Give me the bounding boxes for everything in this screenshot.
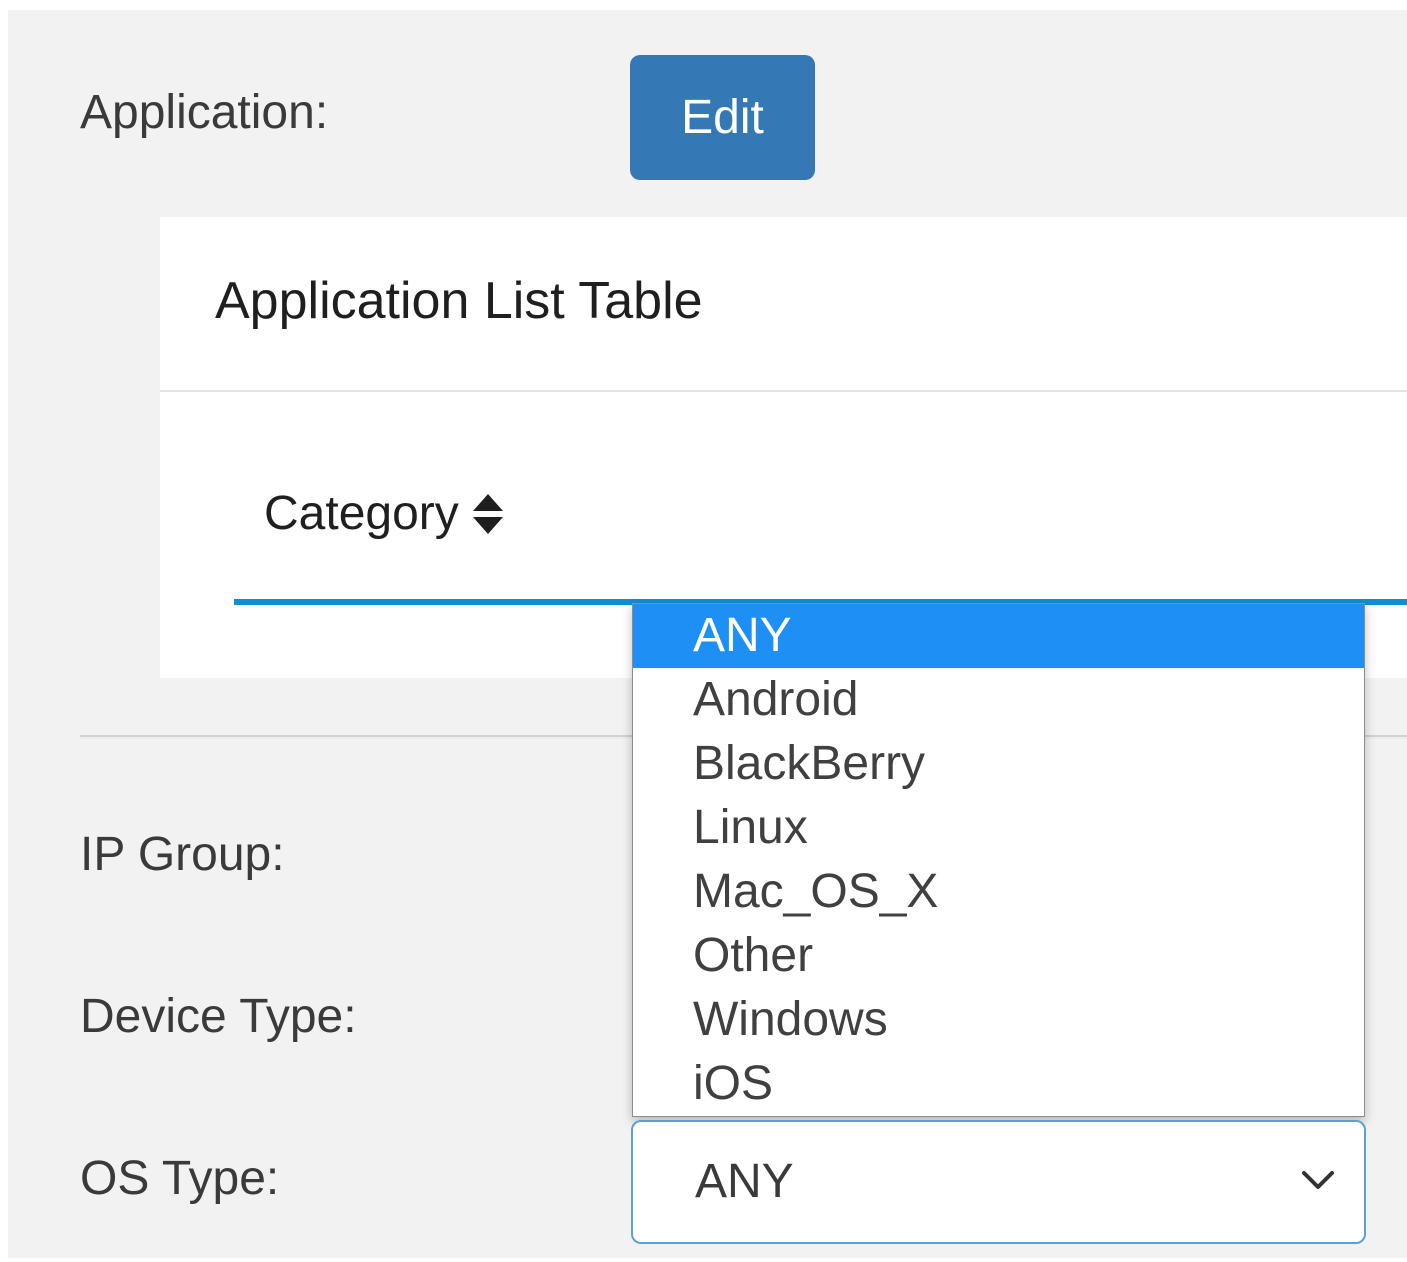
application-label: Application: <box>80 86 329 139</box>
os-option-mac-os-x[interactable]: Mac_OS_X <box>633 860 1364 924</box>
device-type-label: Device Type: <box>80 990 357 1043</box>
os-option-android[interactable]: Android <box>633 668 1364 732</box>
ip-group-label: IP Group: <box>80 828 285 881</box>
os-type-label: OS Type: <box>80 1152 280 1205</box>
os-type-selected-value: ANY <box>695 1155 794 1208</box>
os-option-linux[interactable]: Linux <box>633 796 1364 860</box>
os-option-other[interactable]: Other <box>633 924 1364 988</box>
os-option-windows[interactable]: Windows <box>633 988 1364 1052</box>
os-type-dropdown-list: ANY Android BlackBerry Linux Mac_OS_X Ot… <box>632 603 1365 1117</box>
table-header-panel: Application List Table <box>160 217 1407 392</box>
column-header-category[interactable]: Category <box>264 490 503 538</box>
os-option-blackberry[interactable]: BlackBerry <box>633 732 1364 796</box>
os-option-ios[interactable]: iOS <box>633 1052 1364 1116</box>
os-option-any[interactable]: ANY <box>633 604 1364 668</box>
column-header-label: Category <box>264 487 459 540</box>
chevron-down-icon <box>1302 1171 1334 1189</box>
table-title: Application List Table <box>215 272 703 330</box>
sort-icon[interactable] <box>472 493 503 535</box>
edit-application-button[interactable]: Edit <box>630 55 815 180</box>
os-type-select[interactable]: ANY <box>631 1120 1366 1244</box>
column-header-row: Category <box>234 445 1407 605</box>
